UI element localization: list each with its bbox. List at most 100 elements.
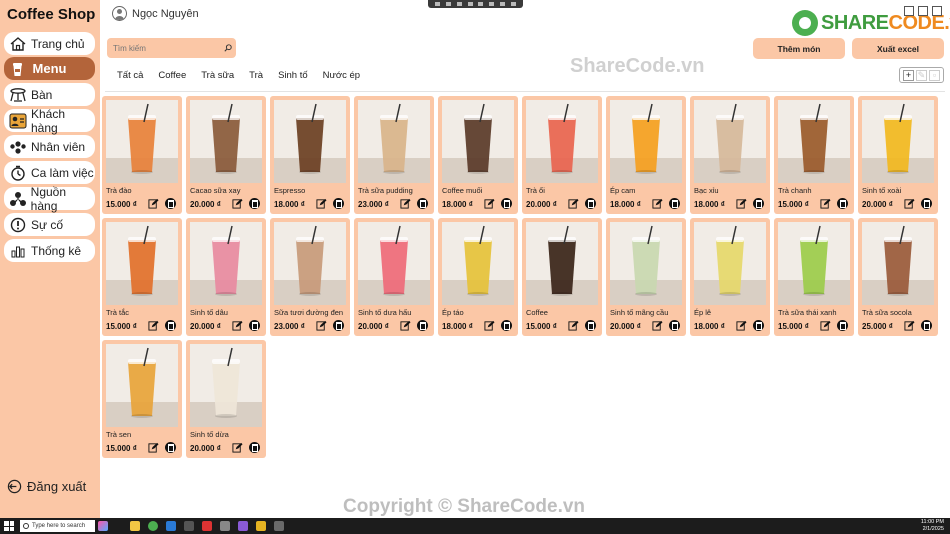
search-input[interactable] bbox=[107, 38, 236, 58]
delete-icon[interactable] bbox=[501, 320, 512, 331]
sidebar-item-9[interactable]: Thống kê bbox=[4, 239, 95, 262]
product-card[interactable]: Ép cam 18.000 ₫ bbox=[606, 96, 686, 214]
delete-icon[interactable] bbox=[585, 198, 596, 209]
delete-icon[interactable] bbox=[669, 198, 680, 209]
sidebar-item-6[interactable]: Ca làm việc bbox=[4, 161, 95, 184]
sidebar-item-1[interactable]: Trang chủ bbox=[4, 32, 95, 55]
product-card[interactable]: Coffee muối 18.000 ₫ bbox=[438, 96, 518, 214]
category-tab-3[interactable]: Trà sữa bbox=[201, 70, 234, 81]
delete-icon[interactable] bbox=[585, 320, 596, 331]
delete-icon[interactable] bbox=[837, 198, 848, 209]
delete-icon[interactable] bbox=[249, 198, 260, 209]
edit-icon[interactable] bbox=[148, 198, 159, 209]
export-excel-button[interactable]: Xuất excel bbox=[852, 38, 944, 59]
app-yellow-icon[interactable] bbox=[256, 521, 266, 531]
edit-icon[interactable] bbox=[820, 198, 831, 209]
product-card[interactable]: Trà đào 15.000 ₫ bbox=[102, 96, 182, 214]
edit-icon[interactable] bbox=[736, 198, 747, 209]
logout-button[interactable]: Đăng xuất bbox=[7, 479, 86, 494]
delete-icon[interactable] bbox=[921, 198, 932, 209]
close-icon[interactable] bbox=[932, 6, 942, 16]
edit-icon[interactable] bbox=[232, 442, 243, 453]
product-card[interactable]: Ép lê 18.000 ₫ bbox=[690, 218, 770, 336]
system-clock[interactable]: 11:00 PM 2/1/2025 bbox=[921, 519, 944, 533]
edit-icon[interactable] bbox=[400, 198, 411, 209]
search-icon[interactable] bbox=[224, 44, 232, 52]
delete-icon[interactable] bbox=[753, 198, 764, 209]
copilot-icon[interactable] bbox=[98, 521, 108, 531]
delete-icon[interactable]: ▫ bbox=[929, 69, 940, 81]
coffee-app-icon[interactable] bbox=[274, 521, 284, 531]
edit-icon[interactable] bbox=[652, 320, 663, 331]
sidebar-item-5[interactable]: Nhân viên bbox=[4, 135, 95, 158]
delete-icon[interactable] bbox=[921, 320, 932, 331]
terminal-icon[interactable] bbox=[184, 521, 194, 531]
delete-icon[interactable] bbox=[165, 442, 176, 453]
sidebar-item-7[interactable]: Nguồn hàng bbox=[4, 185, 95, 213]
add-item-button[interactable]: Thêm món bbox=[753, 38, 845, 59]
vscode-icon[interactable] bbox=[166, 521, 176, 531]
edit-icon[interactable] bbox=[232, 198, 243, 209]
product-card[interactable]: Espresso 18.000 ₫ bbox=[270, 96, 350, 214]
delete-icon[interactable] bbox=[249, 442, 260, 453]
windows-start-icon[interactable] bbox=[4, 521, 14, 531]
maximize-icon[interactable] bbox=[918, 6, 928, 16]
sidebar-item-2[interactable]: Menu bbox=[4, 57, 95, 80]
sidebar-item-3[interactable]: Bàn bbox=[4, 83, 95, 106]
delete-icon[interactable] bbox=[753, 320, 764, 331]
edit-icon[interactable] bbox=[400, 320, 411, 331]
edit-icon[interactable] bbox=[148, 442, 159, 453]
delete-icon[interactable] bbox=[669, 320, 680, 331]
product-card[interactable]: Sinh tố mãng cầu 20.000 ₫ bbox=[606, 218, 686, 336]
delete-icon[interactable] bbox=[165, 198, 176, 209]
edit-icon[interactable] bbox=[316, 320, 327, 331]
chrome-icon[interactable] bbox=[148, 521, 158, 531]
product-card[interactable]: Sinh tố xoài 20.000 ₫ bbox=[858, 96, 938, 214]
delete-icon[interactable] bbox=[501, 198, 512, 209]
delete-icon[interactable] bbox=[165, 320, 176, 331]
product-card[interactable]: Sữa tươi đường đen 23.000 ₫ bbox=[270, 218, 350, 336]
edit-icon[interactable] bbox=[148, 320, 159, 331]
delete-icon[interactable] bbox=[837, 320, 848, 331]
edit-icon[interactable] bbox=[904, 198, 915, 209]
edit-icon[interactable] bbox=[904, 320, 915, 331]
minimize-icon[interactable] bbox=[904, 6, 914, 16]
edit-icon[interactable] bbox=[652, 198, 663, 209]
category-tab-4[interactable]: Trà bbox=[249, 70, 263, 81]
visual-studio-icon[interactable] bbox=[238, 521, 248, 531]
product-card[interactable]: Trà ổi 20.000 ₫ bbox=[522, 96, 602, 214]
product-card[interactable]: Bạc xỉu 18.000 ₫ bbox=[690, 96, 770, 214]
add-icon[interactable]: + bbox=[903, 69, 914, 81]
product-card[interactable]: Trà chanh 15.000 ₫ bbox=[774, 96, 854, 214]
edit-icon[interactable] bbox=[484, 320, 495, 331]
taskbar-search-input[interactable]: Type here to search bbox=[20, 520, 95, 532]
edit-icon[interactable] bbox=[484, 198, 495, 209]
category-tab-1[interactable]: Tất cả bbox=[117, 70, 143, 81]
category-tab-6[interactable]: Nước ép bbox=[323, 70, 360, 81]
delete-icon[interactable] bbox=[249, 320, 260, 331]
category-tab-5[interactable]: Sinh tố bbox=[278, 70, 308, 81]
file-explorer-icon[interactable] bbox=[130, 521, 140, 531]
delete-icon[interactable] bbox=[333, 198, 344, 209]
product-card[interactable]: Trà sữa pudding 23.000 ₫ bbox=[354, 96, 434, 214]
product-card[interactable]: Trà sen 15.000 ₫ bbox=[102, 340, 182, 458]
sidebar-item-4[interactable]: Khách hàng bbox=[4, 107, 95, 135]
product-card[interactable]: Sinh tố dưa hấu 20.000 ₫ bbox=[354, 218, 434, 336]
edit-icon[interactable] bbox=[232, 320, 243, 331]
edit-icon[interactable] bbox=[820, 320, 831, 331]
edit-icon[interactable] bbox=[568, 198, 579, 209]
delete-icon[interactable] bbox=[417, 320, 428, 331]
edit-icon[interactable] bbox=[736, 320, 747, 331]
product-card[interactable]: Sinh tố dừa 20.000 ₫ bbox=[186, 340, 266, 458]
product-card[interactable]: Trà tắc 15.000 ₫ bbox=[102, 218, 182, 336]
app-red-icon[interactable] bbox=[202, 521, 212, 531]
category-tab-2[interactable]: Coffee bbox=[158, 70, 186, 81]
delete-icon[interactable] bbox=[417, 198, 428, 209]
product-card[interactable]: Trà sữa socola 25.000 ₫ bbox=[858, 218, 938, 336]
edit-icon[interactable] bbox=[568, 320, 579, 331]
edit-icon[interactable] bbox=[316, 198, 327, 209]
product-card[interactable]: Sinh tố dâu 20.000 ₫ bbox=[186, 218, 266, 336]
delete-icon[interactable] bbox=[333, 320, 344, 331]
app-gray-icon[interactable] bbox=[220, 521, 230, 531]
sidebar-item-8[interactable]: Sự cố bbox=[4, 213, 95, 236]
